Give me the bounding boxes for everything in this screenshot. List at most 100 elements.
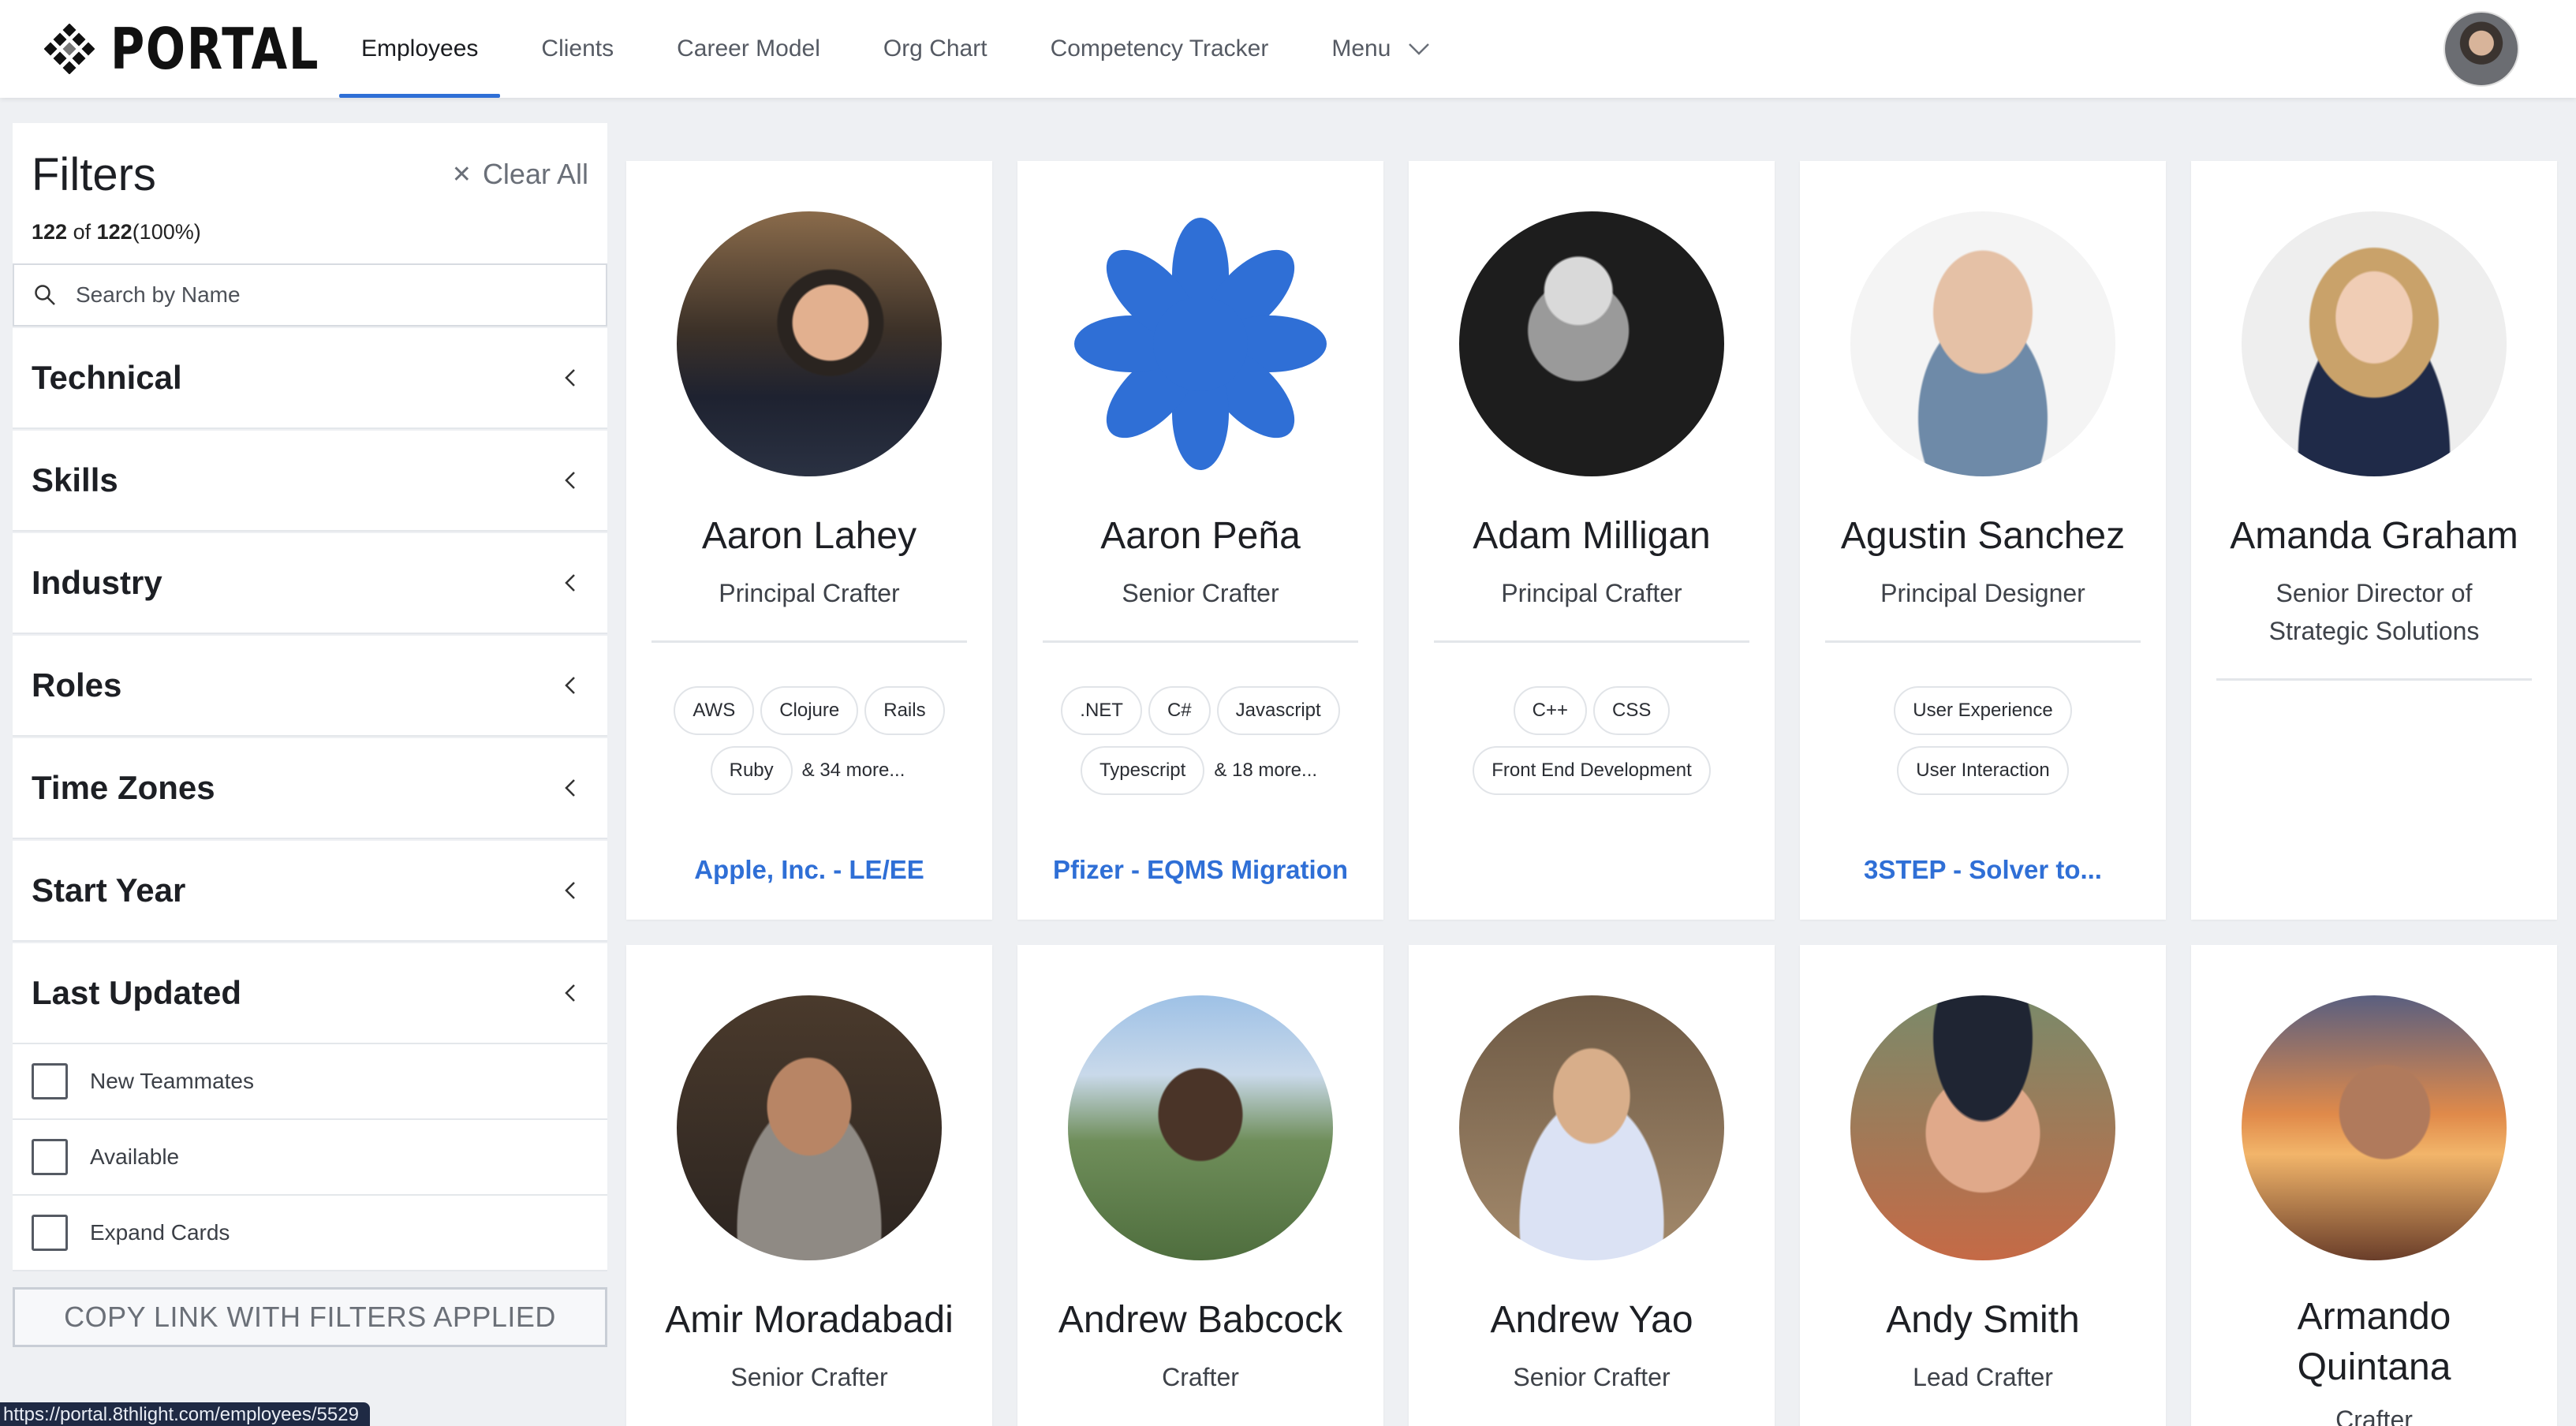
employee-card[interactable]: Armando Quintana Crafter	[2191, 945, 2557, 1426]
employee-name: Andrew Babcock	[1058, 1299, 1343, 1341]
employee-photo	[1459, 211, 1724, 476]
skill-tag[interactable]: Clojure	[760, 686, 859, 735]
checkbox-label: New Teammates	[90, 1069, 255, 1093]
skill-tag[interactable]: C++	[1513, 686, 1587, 735]
employee-name: Andy Smith	[1886, 1299, 2080, 1341]
skill-tag[interactable]: Typescript	[1080, 746, 1205, 795]
facet-technical[interactable]: Technical	[13, 328, 607, 429]
facet-time-zones[interactable]: Time Zones	[13, 738, 607, 839]
facet-roles-label: Roles	[32, 666, 122, 704]
nav-competency-tracker-label: Competency Tracker	[1050, 35, 1269, 62]
checkbox-label: Available	[90, 1144, 180, 1169]
chevron-down-icon	[1409, 43, 1430, 55]
facet-start-year-label: Start Year	[32, 872, 186, 909]
employee-title: Senior Crafter	[730, 1363, 888, 1391]
checkbox-box[interactable]	[32, 1139, 68, 1175]
facet-roles[interactable]: Roles	[13, 636, 607, 737]
nav-career-model[interactable]: Career Model	[645, 0, 852, 98]
top-nav-bar: PORTAL Employees Clients Career Model Or…	[0, 0, 2576, 98]
checkbox-expand-cards[interactable]: Expand Cards	[13, 1196, 607, 1271]
search-field[interactable]	[13, 263, 607, 327]
employee-title: Senior Director of Strategic Solutions	[2268, 579, 2480, 645]
employee-name: Amir Moradabadi	[665, 1299, 954, 1341]
filters-result-count: 122 of 122(100%)	[32, 220, 588, 245]
employee-card[interactable]: Andrew Yao Senior Crafter	[1409, 945, 1775, 1426]
facet-industry-label: Industry	[32, 564, 162, 601]
user-avatar[interactable]	[2443, 11, 2519, 87]
facet-skills-label: Skills	[32, 461, 118, 498]
divider	[1825, 640, 2141, 643]
project-link[interactable]: 3STEP - Solver to...	[1800, 855, 2166, 885]
facet-last-updated-label: Last Updated	[32, 974, 242, 1011]
clear-all-button[interactable]: ✕ Clear All	[452, 158, 588, 191]
count-percent: (100%)	[132, 220, 201, 244]
employee-photo	[677, 211, 942, 476]
clear-all-label: Clear All	[482, 158, 588, 190]
employee-card[interactable]: Agustin Sanchez Principal Designer User …	[1800, 161, 2166, 920]
employee-title: Senior Crafter	[1122, 579, 1279, 607]
count-of: of	[73, 220, 91, 244]
employee-photo	[677, 995, 942, 1260]
more-skills[interactable]: & 18 more...	[1214, 746, 1317, 795]
skill-tag[interactable]: Rails	[864, 686, 945, 735]
nav-org-chart-label: Org Chart	[883, 35, 987, 62]
count-total: 122	[96, 220, 133, 244]
divider	[2216, 678, 2532, 681]
employee-photo	[1459, 995, 1724, 1260]
employee-card[interactable]: Amanda Graham Senior Director of Strateg…	[2191, 161, 2557, 920]
nav-clients-label: Clients	[541, 35, 614, 62]
skill-tag[interactable]: AWS	[674, 686, 755, 735]
skill-tag[interactable]: CSS	[1593, 686, 1671, 735]
skill-tag[interactable]: Front End Development	[1473, 746, 1711, 795]
facet-industry[interactable]: Industry	[13, 533, 607, 634]
facet-skills[interactable]: Skills	[13, 431, 607, 532]
chevron-left-icon	[565, 677, 575, 694]
skill-tag[interactable]: Ruby	[710, 746, 793, 795]
nav-employees[interactable]: Employees	[330, 0, 510, 98]
employee-photo	[1068, 995, 1333, 1260]
flower-placeholder-icon	[1074, 218, 1327, 470]
divider	[1043, 640, 1358, 643]
nav-clients[interactable]: Clients	[510, 0, 645, 98]
employee-card[interactable]: Aaron Peña Senior Crafter .NET C# Javascri…	[1017, 161, 1383, 920]
facet-start-year[interactable]: Start Year	[13, 841, 607, 942]
filters-sidebar: Filters 122 of 122(100%) ✕ Clear All Tec…	[13, 123, 607, 1347]
skill-tag[interactable]: User Experience	[1894, 686, 2072, 735]
employee-card[interactable]: Adam Milligan Principal Crafter C++ CSS F…	[1409, 161, 1775, 920]
chevron-left-icon	[565, 882, 575, 899]
checkbox-box[interactable]	[32, 1063, 68, 1099]
more-skills[interactable]: & 34 more...	[802, 746, 905, 795]
project-link[interactable]: Apple, Inc. - LE/EE	[626, 855, 992, 885]
search-input[interactable]	[76, 282, 565, 308]
checkbox-new-teammates[interactable]: New Teammates	[13, 1044, 607, 1120]
close-icon: ✕	[451, 161, 472, 188]
copy-link-button[interactable]: COPY LINK WITH FILTERS APPLIED	[13, 1287, 607, 1347]
employee-card[interactable]: Andy Smith Lead Crafter	[1800, 945, 2166, 1426]
nav-competency-tracker[interactable]: Competency Tracker	[1019, 0, 1301, 98]
skill-tag[interactable]: C#	[1148, 686, 1211, 735]
logo-text: PORTAL	[110, 16, 320, 82]
search-icon	[35, 285, 55, 305]
nav-org-chart[interactable]: Org Chart	[852, 0, 1019, 98]
facet-last-updated[interactable]: Last Updated	[13, 943, 607, 1044]
checkbox-label: Expand Cards	[90, 1220, 230, 1245]
skill-tag[interactable]: User Interaction	[1897, 746, 2069, 795]
checkbox-box[interactable]	[32, 1215, 68, 1251]
chevron-left-icon	[565, 472, 575, 489]
employee-title: Principal Crafter	[719, 579, 900, 607]
project-link[interactable]: Pfizer - EQMS Migration	[1017, 855, 1383, 885]
checkbox-available[interactable]: Available	[13, 1120, 607, 1196]
employee-card[interactable]: Amir Moradabadi Senior Crafter	[626, 945, 992, 1426]
skill-tag[interactable]: .NET	[1061, 686, 1142, 735]
skill-tags: .NET C# Javascript Typescript & 18 more...	[1043, 681, 1358, 823]
divider	[1434, 640, 1749, 643]
employee-card[interactable]: Andrew Babcock Crafter	[1017, 945, 1383, 1426]
skill-tag[interactable]: Javascript	[1216, 686, 1340, 735]
chevron-left-icon	[565, 984, 575, 1002]
employee-card[interactable]: Aaron Lahey Principal Crafter AWS Clojure…	[626, 161, 992, 920]
portal-logo[interactable]: PORTAL	[44, 0, 323, 98]
nav-menu[interactable]: Menu	[1300, 0, 1462, 98]
employee-name: Aaron Lahey	[701, 515, 917, 557]
main-nav: Employees Clients Career Model Org Chart…	[330, 0, 1462, 98]
filters-header: Filters 122 of 122(100%) ✕ Clear All	[13, 123, 607, 263]
